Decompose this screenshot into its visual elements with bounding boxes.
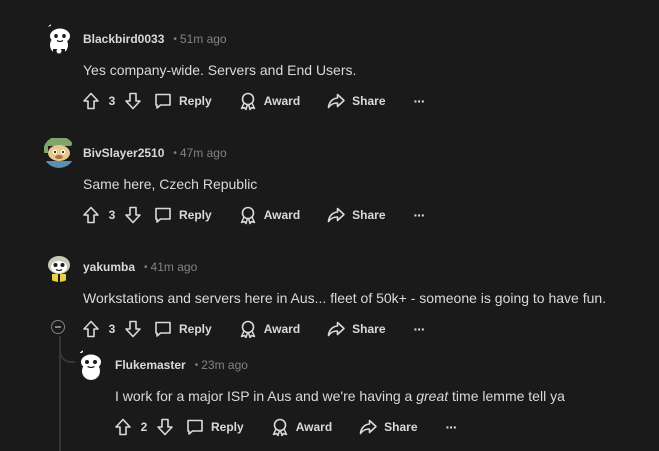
share-label: Share bbox=[352, 208, 386, 222]
share-label: Share bbox=[352, 322, 386, 336]
comment-icon bbox=[153, 319, 173, 339]
award-label: Award bbox=[263, 94, 301, 108]
share-icon bbox=[326, 91, 346, 111]
author-name[interactable]: Flukemaster bbox=[115, 358, 186, 372]
award-button[interactable]: Award bbox=[238, 319, 300, 339]
more-options-button[interactable]: ··· bbox=[414, 93, 426, 109]
upvote-button[interactable] bbox=[81, 205, 101, 225]
share-button[interactable]: Share bbox=[358, 417, 418, 437]
body-text: I work for a major ISP in Aus and we're … bbox=[115, 388, 417, 404]
comment-body: I work for a major ISP in Aus and we're … bbox=[115, 386, 565, 407]
vote-count: 2 bbox=[140, 420, 148, 434]
award-icon bbox=[238, 91, 258, 111]
upvote-icon bbox=[81, 319, 101, 339]
reply-label: Reply bbox=[211, 420, 244, 434]
award-button[interactable]: Award bbox=[238, 205, 300, 225]
body-emphasis: great bbox=[416, 388, 449, 404]
downvote-icon bbox=[155, 417, 175, 437]
share-icon bbox=[326, 319, 346, 339]
upvote-icon bbox=[81, 91, 101, 111]
award-icon bbox=[238, 205, 258, 225]
timestamp[interactable]: 41m ago bbox=[151, 260, 198, 274]
snoo-avatar-icon bbox=[43, 250, 75, 282]
avatar[interactable] bbox=[43, 250, 75, 282]
downvote-button[interactable] bbox=[123, 319, 143, 339]
author-name[interactable]: Blackbird0033 bbox=[83, 32, 164, 46]
timestamp[interactable]: 47m ago bbox=[180, 146, 227, 160]
separator-dot: • bbox=[173, 33, 177, 45]
collapse-thread-button[interactable] bbox=[51, 320, 65, 334]
reply-button[interactable]: Reply bbox=[153, 319, 212, 339]
upvote-icon bbox=[81, 205, 101, 225]
snoo-avatar-icon bbox=[75, 348, 107, 380]
downvote-icon bbox=[123, 319, 143, 339]
comment-icon bbox=[153, 91, 173, 111]
reply-button[interactable]: Reply bbox=[153, 91, 212, 111]
upvote-button[interactable] bbox=[81, 319, 101, 339]
comment-meta: Flukemaster • 23m ago bbox=[115, 357, 248, 373]
separator-dot: • bbox=[173, 147, 177, 159]
snoo-avatar-icon bbox=[43, 136, 75, 168]
avatar[interactable] bbox=[75, 348, 107, 380]
comment-actions: 2 Reply Award Share ··· bbox=[113, 415, 458, 439]
share-label: Share bbox=[384, 420, 418, 434]
author-name[interactable]: yakumba bbox=[83, 260, 135, 274]
avatar[interactable] bbox=[43, 136, 75, 168]
share-icon bbox=[326, 205, 346, 225]
vote-count: 3 bbox=[108, 94, 116, 108]
more-options-button[interactable]: ··· bbox=[446, 419, 458, 435]
body-text: time lemme tell ya bbox=[448, 388, 565, 404]
upvote-button[interactable] bbox=[113, 417, 133, 437]
separator-dot: • bbox=[144, 261, 148, 273]
comment-actions: 3 Reply Award Share ··· bbox=[81, 203, 426, 227]
comment-meta: BivSlayer2510 • 47m ago bbox=[83, 145, 227, 161]
share-button[interactable]: Share bbox=[326, 319, 386, 339]
separator-dot: • bbox=[194, 359, 199, 371]
award-button[interactable]: Award bbox=[238, 91, 300, 111]
award-label: Award bbox=[263, 208, 301, 222]
vote-count: 3 bbox=[108, 322, 116, 336]
comment-meta: yakumba • 41m ago bbox=[83, 259, 197, 275]
author-name[interactable]: BivSlayer2510 bbox=[83, 146, 164, 160]
award-label: Award bbox=[295, 420, 333, 434]
comment-body: Yes company-wide. Servers and End Users. bbox=[83, 62, 357, 78]
timestamp[interactable]: 23m ago bbox=[201, 358, 248, 372]
share-icon bbox=[358, 417, 378, 437]
comment-body: Same here, Czech Republic bbox=[83, 176, 258, 192]
award-button[interactable]: Award bbox=[270, 417, 332, 437]
share-button[interactable]: Share bbox=[326, 91, 386, 111]
comment-icon bbox=[185, 417, 205, 437]
comment-actions: 3 Reply Award Share ··· bbox=[81, 317, 426, 341]
upvote-button[interactable] bbox=[81, 91, 101, 111]
share-label: Share bbox=[352, 94, 386, 108]
award-icon bbox=[270, 417, 290, 437]
vote-count: 3 bbox=[108, 208, 116, 222]
reply-label: Reply bbox=[179, 322, 212, 336]
downvote-button[interactable] bbox=[123, 205, 143, 225]
more-options-button[interactable]: ··· bbox=[414, 207, 426, 223]
upvote-icon bbox=[113, 417, 133, 437]
downvote-button[interactable] bbox=[123, 91, 143, 111]
comment-actions: 3 Reply Award Share ··· bbox=[81, 89, 426, 113]
comment-body: Workstations and servers here in Aus... … bbox=[83, 290, 607, 306]
downvote-button[interactable] bbox=[155, 417, 175, 437]
reply-label: Reply bbox=[179, 208, 212, 222]
snoo-avatar-icon bbox=[43, 22, 75, 54]
reply-label: Reply bbox=[179, 94, 212, 108]
award-label: Award bbox=[263, 322, 301, 336]
downvote-icon bbox=[123, 205, 143, 225]
timestamp[interactable]: 51m ago bbox=[180, 32, 227, 46]
more-options-button[interactable]: ··· bbox=[414, 321, 426, 337]
avatar[interactable] bbox=[43, 22, 75, 54]
share-button[interactable]: Share bbox=[326, 205, 386, 225]
comment-meta: Blackbird0033 • 51m ago bbox=[83, 31, 227, 47]
reply-button[interactable]: Reply bbox=[153, 205, 212, 225]
comment-icon bbox=[153, 205, 173, 225]
downvote-icon bbox=[123, 91, 143, 111]
reply-button[interactable]: Reply bbox=[185, 417, 244, 437]
award-icon bbox=[238, 319, 258, 339]
